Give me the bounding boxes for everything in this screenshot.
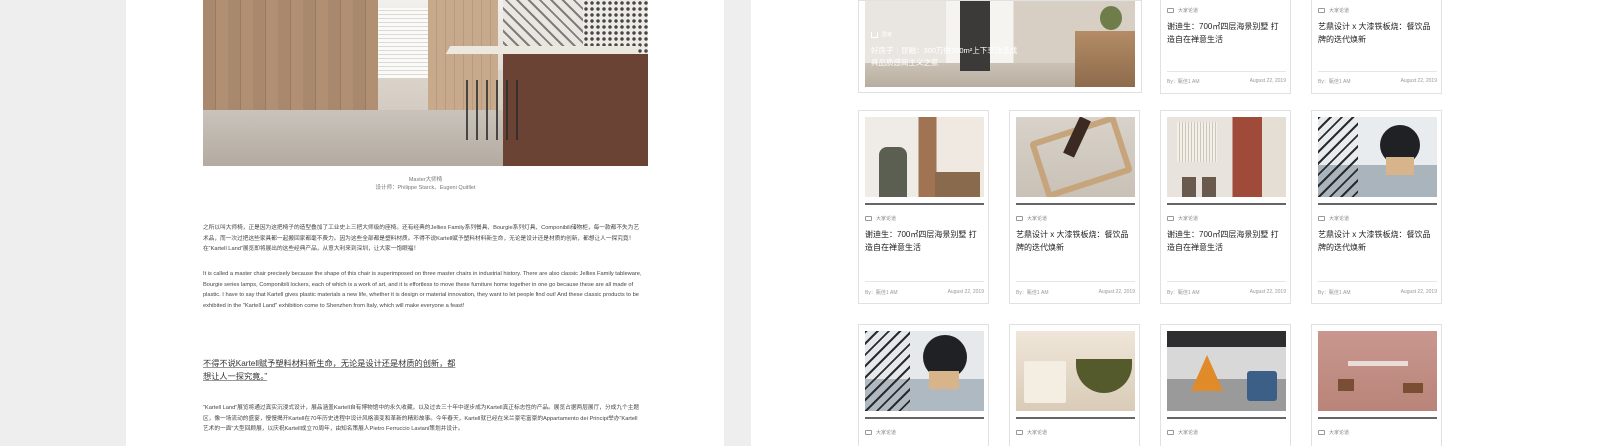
article-card[interactable]: 大家论道 [858, 324, 989, 446]
card-image [1167, 117, 1286, 197]
feature-card[interactable]: 居家 好房子｜昆融：300万拼200m²上下享改造成具品质感简主义之家 [858, 0, 1142, 93]
card-title[interactable]: 艺鼎设计 x 大漆铁板烧：餐饮品牌的迭代焕新 [1318, 228, 1437, 254]
card-category: 大家论道 [1167, 7, 1198, 14]
card-meta: By：甄佳1 AM August 22, 2019 [1318, 78, 1437, 85]
article-grid-page: 居家 好房子｜昆融：300万拼200m²上下享改造成具品质感简主义之家 大家论道… [751, 0, 1600, 446]
card-category: 大家论道 [1318, 429, 1349, 436]
card-category: 大家论道 [865, 429, 896, 436]
card-image [865, 117, 984, 197]
article-card[interactable]: 大家论道 艺鼎设计 x 大漆铁板烧：餐饮品牌的迭代焕新 By：甄佳1 AM Aug… [1311, 110, 1442, 304]
card-meta: By：甄佳1 AM August 22, 2019 [1318, 289, 1437, 296]
card-meta: By：甄佳1 AM August 22, 2019 [1167, 78, 1286, 85]
article-page: Master大师椅 设计师：Philippe Starck、Eugeni Qui… [126, 0, 724, 446]
feature-title[interactable]: 好房子｜昆融：300万拼200m²上下享改造成具品质感简主义之家 [871, 45, 1021, 69]
card-title[interactable]: 艺鼎设计 x 大漆铁板烧：餐饮品牌的迭代焕新 [1318, 20, 1437, 46]
tag-icon [865, 430, 872, 435]
article-card[interactable]: 大家论道 艺鼎设计 x 大漆铁板烧：餐饮品牌的迭代焕新 By：甄佳1 AM Aug… [1311, 0, 1442, 94]
tag-icon [1318, 430, 1325, 435]
card-image [1318, 331, 1437, 411]
card-category: 大家论道 [1318, 7, 1349, 14]
article-card[interactable]: 大家论道 艺鼎设计 x 大漆铁板烧：餐饮品牌的迭代焕新 By：甄佳1 AM Aug… [1009, 110, 1140, 304]
tag-icon [1016, 216, 1023, 221]
article-card[interactable]: 大家论道 [1009, 324, 1140, 446]
article-card[interactable]: 大家论道 谢迪生：700㎡四层海景别墅 打造自在禅意生活 By：甄佳1 AM Au… [1160, 0, 1291, 94]
card-meta: By：甄佳1 AM August 22, 2019 [1016, 289, 1135, 296]
article-pull-quote: 不得不说Kartell赋予塑料材料新生命，无论是设计还是材质的创新，都想让人一探… [203, 359, 456, 381]
image-caption-title: Master大师椅 [408, 177, 443, 183]
article-card[interactable]: 大家论道 [1160, 324, 1291, 446]
article-hero-image [203, 0, 648, 166]
card-title[interactable]: 谢迪生：700㎡四层海景别墅 打造自在禅意生活 [1167, 20, 1286, 46]
tag-icon [1016, 430, 1023, 435]
tag-icon [1318, 8, 1325, 13]
card-category: 大家论道 [1016, 429, 1047, 436]
card-category: 大家论道 [1167, 215, 1198, 222]
card-title[interactable]: 谢迪生：700㎡四层海景别墅 打造自在禅意生活 [1167, 228, 1286, 254]
card-category: 大家论道 [865, 215, 896, 222]
tag-icon [1167, 8, 1174, 13]
tag-icon [1318, 216, 1325, 221]
card-category: 大家论道 [1318, 215, 1349, 222]
card-category: 大家论道 [1016, 215, 1047, 222]
tag-icon [1167, 430, 1174, 435]
card-title[interactable]: 谢迪生：700㎡四层海景别墅 打造自在禅意生活 [865, 228, 984, 254]
feature-image [865, 1, 1135, 87]
card-image [1016, 117, 1135, 197]
feature-category: 居家 [871, 31, 892, 38]
card-image [1167, 331, 1286, 411]
card-title[interactable]: 艺鼎设计 x 大漆铁板烧：餐饮品牌的迭代焕新 [1016, 228, 1135, 254]
article-paragraph-cn-2: “Kartell Land”展览将通过真实沉浸式设计，展品涵盖Kartell自有… [203, 405, 640, 432]
article-card[interactable]: 大家论道 [1311, 324, 1442, 446]
home-icon [871, 31, 878, 38]
tag-icon [865, 216, 872, 221]
article-paragraph-en: It is called a master chair precisely be… [203, 271, 642, 309]
card-meta: By：甄佳1 AM August 22, 2019 [1167, 289, 1286, 296]
tag-icon [1167, 216, 1174, 221]
article-card[interactable]: 大家论道 谢迪生：700㎡四层海景别墅 打造自在禅意生活 By：甄佳1 AM Au… [1160, 110, 1291, 304]
card-image [1016, 331, 1135, 411]
article-card[interactable]: 大家论道 谢迪生：700㎡四层海景别墅 打造自在禅意生活 By：甄佳1 AM Au… [858, 110, 989, 304]
card-category: 大家论道 [1167, 429, 1198, 436]
card-image [1318, 117, 1437, 197]
article-paragraph-cn: 之所以叫大师椅，正是因为这把椅子的造型叠加了工业史上三把大师级的座椅。还有经典的… [203, 225, 640, 252]
card-meta: By：甄佳1 AM August 22, 2019 [865, 289, 984, 296]
image-caption-designer: 设计师：Philippe Starck、Eugeni Quitllet [375, 185, 476, 191]
card-image [865, 331, 984, 411]
